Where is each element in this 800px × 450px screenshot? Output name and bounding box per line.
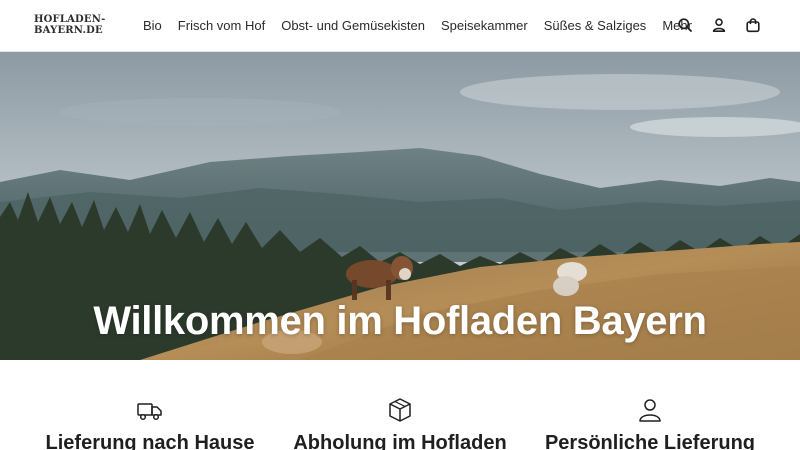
truck-icon xyxy=(136,397,164,423)
site-logo[interactable]: HOFLADEN- BAYERN.DE xyxy=(34,14,106,36)
main-navigation: Bio Frisch vom Hof Obst- und Gemüsekiste… xyxy=(143,18,708,34)
site-header: HOFLADEN- BAYERN.DE Bio Frisch vom Hof O… xyxy=(0,0,800,52)
box-icon xyxy=(386,397,414,423)
nav-item-speisekammer[interactable]: Speisekammer xyxy=(441,18,528,34)
cart-icon[interactable] xyxy=(744,16,762,34)
nav-item-obst-gemuesekisten[interactable]: Obst- und Gemüsekisten xyxy=(281,18,425,34)
nav-item-bio[interactable]: Bio xyxy=(143,18,162,34)
nav-item-frisch-vom-hof[interactable]: Frisch vom Hof xyxy=(178,18,265,34)
hero-banner: Willkommen im Hofladen Bayern xyxy=(0,52,800,360)
feature-title: Abholung im Hofladen xyxy=(293,432,507,450)
account-icon[interactable] xyxy=(710,16,728,34)
person-icon xyxy=(636,397,664,423)
logo-line-2: BAYERN.DE xyxy=(34,25,103,36)
feature-title: Persönliche Lieferung xyxy=(544,432,756,450)
search-icon[interactable] xyxy=(676,16,694,34)
nav-item-suesses-salziges[interactable]: Süßes & Salziges xyxy=(544,18,647,34)
hero-title: Willkommen im Hofladen Bayern xyxy=(93,299,707,343)
header-icons xyxy=(676,16,762,34)
feature-section: Lieferung nach Hause Abholung im Hoflade… xyxy=(0,360,800,450)
feature-title: Lieferung nach Hause xyxy=(45,432,255,450)
logo-line-1: HOFLADEN- xyxy=(34,14,106,25)
